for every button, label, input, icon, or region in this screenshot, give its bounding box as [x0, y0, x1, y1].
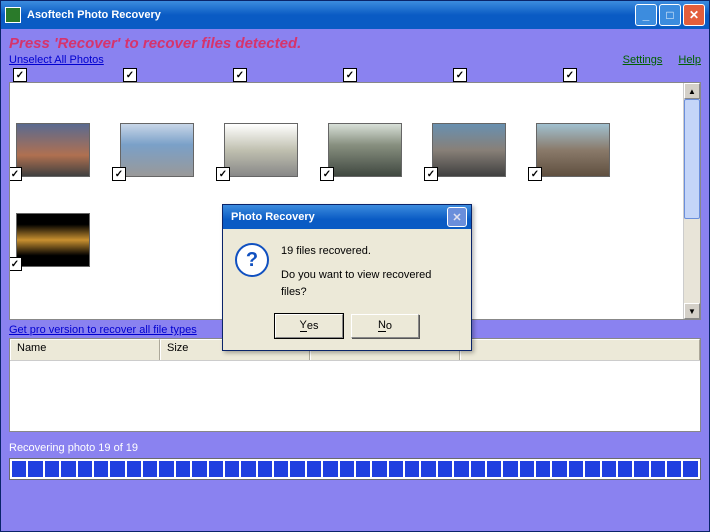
unselect-all-link[interactable]: Unselect All Photos — [9, 54, 104, 66]
scroll-down-button[interactable]: ▼ — [684, 303, 700, 319]
photo-thumbnail[interactable] — [328, 123, 402, 177]
photo-checkbox[interactable]: ✓ — [563, 68, 577, 82]
instruction-text: Press 'Recover' to recover files detecte… — [9, 35, 701, 52]
photo-checkbox[interactable]: ✓ — [424, 167, 438, 181]
top-checkbox-strip: ✓ ✓ ✓ ✓ ✓ ✓ — [9, 68, 701, 82]
recovery-dialog: Photo Recovery ✕ ? 19 files recovered. D… — [222, 204, 472, 351]
thumbnail-cell[interactable]: ✓ — [16, 213, 90, 267]
dialog-message: 19 files recovered. Do you want to view … — [281, 243, 459, 302]
dialog-line1: 19 files recovered. — [281, 243, 459, 261]
file-table: Name Size Extension — [9, 338, 701, 432]
thumbnail-cell[interactable]: ✓ — [224, 123, 298, 177]
link-row: Unselect All Photos Settings Help — [9, 54, 701, 66]
dialog-titlebar: Photo Recovery ✕ — [223, 205, 471, 229]
dialog-title: Photo Recovery — [227, 211, 447, 223]
pro-version-link[interactable]: Get pro version to recover all file type… — [9, 324, 197, 336]
no-button[interactable]: No — [351, 314, 419, 338]
scrollbar[interactable]: ▲ ▼ — [683, 83, 700, 319]
photo-checkbox[interactable]: ✓ — [233, 68, 247, 82]
question-icon: ? — [235, 243, 269, 277]
thumbnail-row: ✓ ✓ ✓ ✓ ✓ — [10, 83, 700, 183]
close-button[interactable]: ✕ — [683, 4, 705, 26]
yes-button[interactable]: Yes — [275, 314, 343, 338]
photo-thumbnail[interactable] — [16, 213, 90, 267]
photo-thumbnail[interactable] — [16, 123, 90, 177]
thumbnail-cell[interactable]: ✓ — [16, 123, 90, 177]
photo-thumbnail[interactable] — [432, 123, 506, 177]
column-header-name[interactable]: Name — [10, 339, 160, 360]
photo-checkbox[interactable]: ✓ — [13, 68, 27, 82]
column-header-blank — [460, 339, 700, 360]
photo-checkbox[interactable]: ✓ — [343, 68, 357, 82]
photo-checkbox[interactable]: ✓ — [320, 167, 334, 181]
titlebar: Asoftech Photo Recovery _ □ ✕ — [1, 1, 709, 29]
scroll-thumb[interactable] — [684, 99, 700, 219]
window-title: Asoftech Photo Recovery — [27, 9, 635, 21]
window-buttons: _ □ ✕ — [635, 4, 705, 26]
photo-checkbox[interactable]: ✓ — [453, 68, 467, 82]
photo-checkbox[interactable]: ✓ — [9, 257, 22, 271]
thumbnail-cell[interactable]: ✓ — [120, 123, 194, 177]
thumbnail-cell[interactable]: ✓ — [536, 123, 610, 177]
status-text: Recovering photo 19 of 19 — [9, 442, 701, 454]
thumbnail-cell[interactable]: ✓ — [328, 123, 402, 177]
photo-checkbox[interactable]: ✓ — [112, 167, 126, 181]
maximize-button[interactable]: □ — [659, 4, 681, 26]
dialog-line2: Do you want to view recovered files? — [281, 267, 459, 302]
photo-thumbnail[interactable] — [224, 123, 298, 177]
photo-checkbox[interactable]: ✓ — [9, 167, 22, 181]
progress-bar — [9, 458, 701, 480]
minimize-button[interactable]: _ — [635, 4, 657, 26]
photo-checkbox[interactable]: ✓ — [123, 68, 137, 82]
photo-thumbnail[interactable] — [536, 123, 610, 177]
help-link[interactable]: Help — [678, 54, 701, 66]
photo-checkbox[interactable]: ✓ — [216, 167, 230, 181]
thumbnail-cell[interactable]: ✓ — [432, 123, 506, 177]
scroll-up-button[interactable]: ▲ — [684, 83, 700, 99]
settings-link[interactable]: Settings — [623, 54, 663, 66]
photo-thumbnail[interactable] — [120, 123, 194, 177]
dialog-close-button[interactable]: ✕ — [447, 207, 467, 227]
photo-checkbox[interactable]: ✓ — [528, 167, 542, 181]
app-icon — [5, 7, 21, 23]
